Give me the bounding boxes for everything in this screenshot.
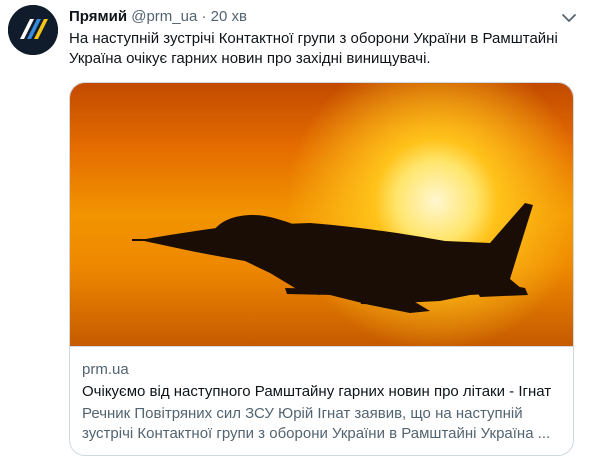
card-description: Речник Повітряних сил ЗСУ Юрій Ігнат зая… — [82, 404, 567, 444]
avatar[interactable] — [8, 5, 58, 55]
fighter-jet-silhouette-icon — [132, 203, 533, 313]
tweet-header: Прямий @prm_ua · 20 хв — [69, 7, 247, 27]
card-title: Очікуємо від наступного Рамштайну гарних… — [82, 383, 552, 400]
tweet-text: На наступній зустрічі Контактної групи з… — [69, 29, 584, 69]
link-card[interactable]: prm.ua Очікуємо від наступного Рамштайну… — [69, 82, 574, 456]
stripes-logo-icon — [8, 5, 58, 55]
card-description-line: Речник Повітряних сил ЗСУ Юрій Ігнат зая… — [82, 405, 523, 422]
timestamp[interactable]: 20 хв — [211, 8, 247, 25]
card-description-line: зустрічі Контактної групи з оборони Укра… — [82, 425, 551, 442]
tweet-text-line: Україна очікує гарних новин про західні … — [69, 50, 431, 67]
chevron-down-icon — [562, 14, 576, 22]
card-image[interactable] — [70, 83, 573, 347]
tweet[interactable]: Прямий @prm_ua · 20 хв На наступній зуст… — [0, 0, 595, 461]
separator-dot: · — [201, 8, 207, 25]
more-options-button[interactable] — [559, 8, 579, 28]
display-name[interactable]: Прямий — [69, 8, 127, 25]
handle[interactable]: @prm_ua — [131, 8, 197, 25]
tweet-text-line: На наступній зустрічі Контактної групи з… — [69, 30, 558, 47]
card-domain: prm.ua — [82, 361, 129, 378]
